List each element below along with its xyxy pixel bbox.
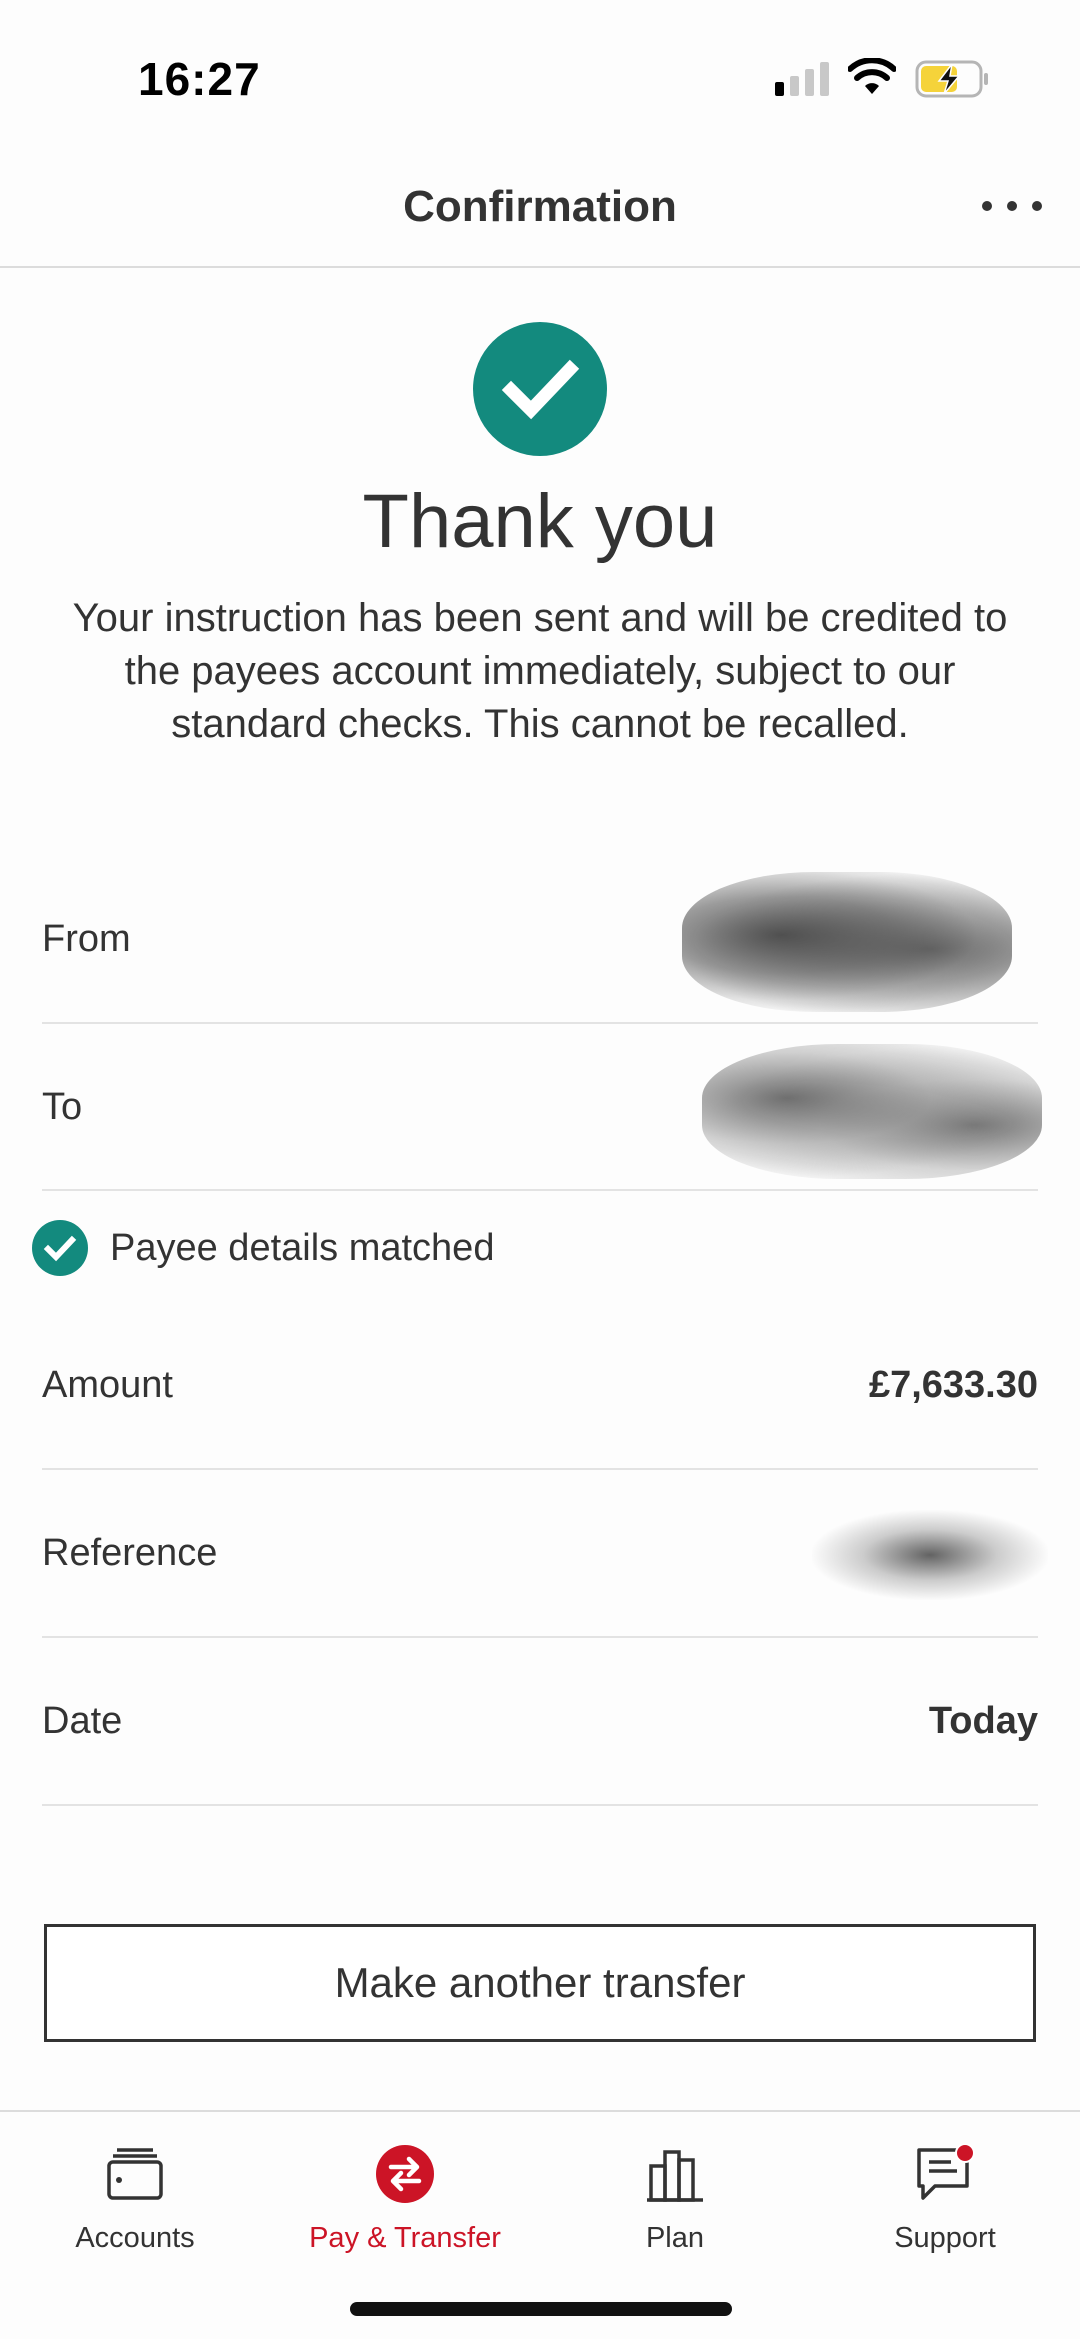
- make-another-transfer-button[interactable]: Make another transfer: [44, 1924, 1036, 2042]
- from-label: From: [42, 918, 131, 960]
- reference-row: Reference: [42, 1470, 1048, 1638]
- chat-notification-icon: [917, 2144, 975, 2200]
- payee-matched-indicator: Payee details matched: [32, 1220, 494, 1276]
- wallet-icon: [107, 2148, 163, 2200]
- status-bar: 16:27: [0, 0, 1080, 150]
- more-dot: [1032, 201, 1042, 211]
- to-row: To: [42, 1024, 1042, 1191]
- wifi-icon: [848, 58, 896, 94]
- date-row: Date Today: [42, 1638, 1038, 1806]
- tab-plan-label: Plan: [645, 2222, 705, 2254]
- confirmation-screen: 16:27 Confirmation Thank you Your instru…: [0, 0, 1080, 2339]
- tab-pay-transfer[interactable]: Pay & Transfer: [270, 2136, 540, 2286]
- bar-chart-icon: [647, 2150, 703, 2202]
- redacted-from-account: [682, 872, 1012, 1012]
- cellular-signal-icon: [775, 62, 829, 96]
- redacted-payee: [702, 1044, 1042, 1179]
- amount-value: £7,633.30: [868, 1364, 1038, 1406]
- check-circle-small-icon: [32, 1220, 88, 1276]
- from-row: From: [42, 872, 1038, 1024]
- tab-pay-transfer-label: Pay & Transfer: [309, 2222, 501, 2254]
- status-time: 16:27: [138, 53, 261, 105]
- check-circle-icon: [473, 322, 607, 456]
- battery-charging-icon: [915, 60, 988, 98]
- payee-matched-text: Payee details matched: [110, 1226, 495, 1269]
- confirmation-message: Your instruction has been sent and will …: [72, 596, 1008, 746]
- amount-row: Amount £7,633.30: [42, 1300, 1038, 1470]
- date-value: Today: [928, 1700, 1038, 1742]
- date-label: Date: [42, 1700, 123, 1742]
- redacted-reference: [812, 1510, 1048, 1600]
- nav-header: Confirmation: [0, 150, 1080, 268]
- more-dot: [1007, 201, 1017, 211]
- transfer-arrows-icon: [376, 2145, 434, 2203]
- tab-support-label: Support: [894, 2222, 996, 2254]
- more-options-button[interactable]: [980, 186, 1044, 226]
- tab-accounts-label: Accounts: [75, 2222, 195, 2254]
- tab-plan[interactable]: Plan: [540, 2136, 810, 2286]
- tab-support[interactable]: Support: [810, 2136, 1080, 2286]
- page-title: Confirmation: [403, 182, 677, 231]
- thank-you-heading: Thank you: [362, 479, 718, 564]
- tab-accounts[interactable]: Accounts: [0, 2136, 270, 2286]
- home-indicator: [350, 2302, 732, 2316]
- reference-label: Reference: [42, 1532, 218, 1574]
- to-label: To: [42, 1086, 83, 1128]
- amount-label: Amount: [42, 1364, 173, 1406]
- more-horizontal-icon: [982, 201, 992, 211]
